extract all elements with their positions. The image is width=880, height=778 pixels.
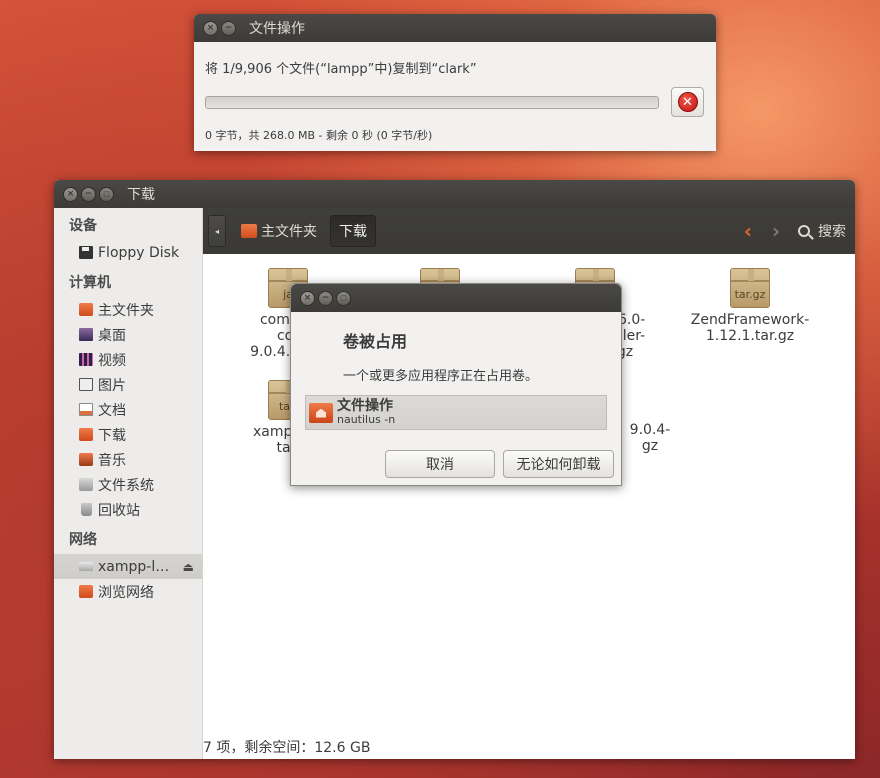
status-bar: 7 项，剩余空间：12.6 GB — [203, 740, 371, 756]
sidebar-item-filesystem[interactable]: 文件系统 — [54, 472, 202, 497]
close-window-button[interactable]: × — [63, 186, 78, 202]
home-folder-icon — [309, 402, 333, 423]
minimize-icon: − — [321, 292, 330, 303]
breadcrumb-label: 主文件夹 — [261, 224, 317, 240]
force-unmount-button[interactable]: 无论如何卸载 — [503, 450, 614, 478]
sidebar-item-browse-network[interactable]: 浏览网络 — [54, 579, 202, 604]
copy-status-text: 将 1/9,906 个文件(“lampp”中)复制到“clark” — [205, 62, 477, 77]
sidebar-item-music[interactable]: 音乐 — [54, 447, 202, 472]
copy-detail-text: 0 字节，共 268.0 MB - 剩余 0 秒 (0 字节/秒) — [205, 129, 433, 142]
sidebar-item-label: 文件系统 — [98, 477, 154, 494]
volume-busy-dialog: × − □ 卷被占用 一个或更多应用程序正在占用卷。 文件操作 nautilus… — [290, 283, 622, 486]
file-type-badge: tar.gz — [734, 288, 766, 301]
minimize-window-button[interactable]: − — [221, 20, 236, 36]
location-toolbar: ◂ 主文件夹 下载 ‹ › 搜索 — [203, 208, 855, 254]
window-title: 下载 — [127, 187, 155, 203]
sidebar-item-trash[interactable]: 回收站 — [54, 497, 202, 522]
archive-icon: tar.gz — [730, 268, 770, 308]
sidebar-item-documents[interactable]: 文档 — [54, 397, 202, 422]
cancel-copy-button[interactable]: ✕ — [671, 87, 704, 117]
cancel-icon: ✕ — [677, 92, 698, 112]
maximize-window-button[interactable]: □ — [99, 186, 114, 202]
desktop-icon — [79, 328, 93, 341]
pictures-icon — [79, 378, 93, 391]
app-command: nautilus -n — [337, 413, 396, 426]
app-name: 文件操作 — [337, 398, 393, 414]
home-folder-icon — [79, 303, 93, 316]
file-name-line: ZendFramework- — [690, 312, 810, 328]
close-window-button[interactable]: × — [300, 290, 315, 306]
sidebar-item-label: 浏览网络 — [98, 584, 154, 601]
sidebar-item-label: 下载 — [98, 427, 126, 444]
sidebar-item-label: xampp-l… — [98, 558, 170, 575]
maximize-icon: □ — [340, 293, 347, 302]
download-folder-icon — [79, 428, 93, 441]
minimize-window-button[interactable]: − — [318, 290, 333, 306]
file-name-line: 1.12.1.tar.gz — [705, 328, 795, 344]
breadcrumb-label: 下载 — [339, 224, 367, 240]
close-window-button[interactable]: × — [203, 20, 218, 36]
sidebar-item-home[interactable]: 主文件夹 — [54, 297, 202, 322]
sidebar-heading-network: 网络 — [69, 532, 97, 548]
breadcrumb-home[interactable]: 主文件夹 — [236, 215, 326, 247]
dialog-description: 一个或更多应用程序正在占用卷。 — [343, 369, 539, 384]
search-icon — [798, 225, 810, 237]
list-item[interactable]: 文件操作 nautilus -n — [306, 396, 606, 429]
dialog-heading: 卷被占用 — [343, 332, 408, 351]
sidebar-item-xampp-volume[interactable]: xampp-l… ⏏ — [54, 554, 202, 579]
copy-progress-bar — [205, 95, 659, 109]
file-manager-titlebar[interactable]: × − □ 下载 — [54, 180, 855, 208]
close-icon: × — [66, 188, 75, 199]
window-title: 文件操作 — [249, 21, 305, 37]
close-icon: × — [303, 292, 312, 303]
eject-icon[interactable]: ⏏ — [183, 560, 194, 574]
sidebar-item-label: 图片 — [98, 377, 126, 394]
minimize-window-button[interactable]: − — [81, 186, 96, 202]
dialog-titlebar[interactable]: × − □ — [291, 284, 621, 312]
sidebar-item-videos[interactable]: 视频 — [54, 347, 202, 372]
sidebar-item-desktop[interactable]: 桌面 — [54, 322, 202, 347]
places-sidebar: 设备 Floppy Disk 计算机 主文件夹 桌面 视频 图片 文档 下载 音… — [54, 208, 203, 759]
sidebar-item-label: 桌面 — [98, 327, 126, 344]
sidebar-heading-devices: 设备 — [69, 218, 97, 234]
cancel-button[interactable]: 取消 — [385, 450, 495, 478]
floppy-icon — [79, 246, 93, 259]
sidebar-item-label: 视频 — [98, 352, 126, 369]
maximize-icon: □ — [103, 189, 110, 198]
file-item[interactable]: tar.gz ZendFramework- 1.12.1.tar.gz — [685, 268, 815, 344]
search-button[interactable]: 搜索 — [798, 221, 846, 241]
search-label: 搜索 — [818, 224, 846, 240]
sidebar-item-label: 回收站 — [98, 502, 140, 519]
sidebar-item-floppy[interactable]: Floppy Disk — [54, 240, 202, 265]
sidebar-item-label: 主文件夹 — [98, 302, 154, 319]
video-icon — [79, 353, 93, 366]
path-back-button[interactable]: ◂ — [208, 215, 226, 247]
close-icon: × — [206, 22, 215, 33]
drive-icon — [79, 562, 93, 571]
forward-button[interactable]: › — [764, 219, 788, 243]
sidebar-heading-computer: 计算机 — [69, 275, 111, 291]
maximize-window-button[interactable]: □ — [336, 290, 351, 306]
sidebar-item-downloads[interactable]: 下载 — [54, 422, 202, 447]
home-folder-icon — [241, 224, 257, 238]
breadcrumb-downloads[interactable]: 下载 — [330, 215, 376, 247]
sidebar-item-label: Floppy Disk — [98, 244, 180, 261]
sidebar-item-label: 文档 — [98, 402, 126, 419]
minimize-icon: − — [224, 22, 233, 33]
sidebar-item-label: 音乐 — [98, 452, 126, 469]
copy-progress-window: × − 文件操作 将 1/9,906 个文件(“lampp”中)复制到“clar… — [194, 14, 716, 151]
network-icon — [79, 585, 93, 598]
trash-icon — [81, 503, 92, 516]
back-button[interactable]: ‹ — [732, 219, 764, 243]
music-icon — [79, 453, 93, 466]
minimize-icon: − — [84, 188, 93, 199]
blocking-app-list: 文件操作 nautilus -n — [305, 395, 607, 430]
copy-window-titlebar[interactable]: × − 文件操作 — [194, 14, 716, 42]
documents-icon — [79, 403, 93, 416]
chevron-left-icon: ◂ — [214, 226, 219, 236]
filesystem-icon — [79, 478, 93, 491]
sidebar-item-pictures[interactable]: 图片 — [54, 372, 202, 397]
